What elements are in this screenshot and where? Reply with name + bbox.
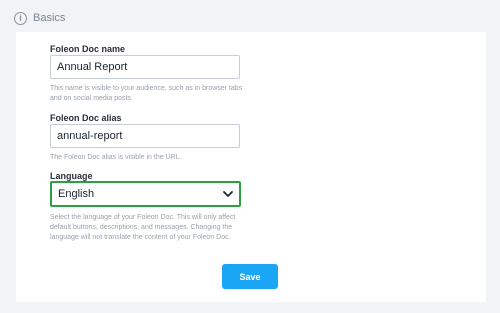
doc-name-help: This name is visible to your audience, s… (50, 85, 243, 102)
language-select[interactable]: English (50, 181, 241, 207)
doc-alias-input[interactable] (50, 124, 240, 148)
section-header: i Basics (14, 9, 65, 27)
info-icon: i (14, 11, 27, 25)
language-select-value: English (58, 188, 95, 200)
section-title: Basics (33, 12, 66, 24)
save-button[interactable]: Save (222, 264, 278, 289)
chevron-down-icon (223, 191, 233, 197)
language-help: Select the language of your Foleon Doc. … (50, 214, 236, 241)
language-label: Language (50, 171, 93, 181)
doc-name-label: Foleon Doc name (50, 44, 126, 54)
doc-alias-label: Foleon Doc alias (50, 113, 122, 123)
basics-card: Foleon Doc name This name is visible to … (16, 32, 486, 302)
doc-name-input[interactable] (50, 55, 240, 79)
doc-alias-help: The Foleon Doc alias is visible in the U… (50, 154, 182, 161)
